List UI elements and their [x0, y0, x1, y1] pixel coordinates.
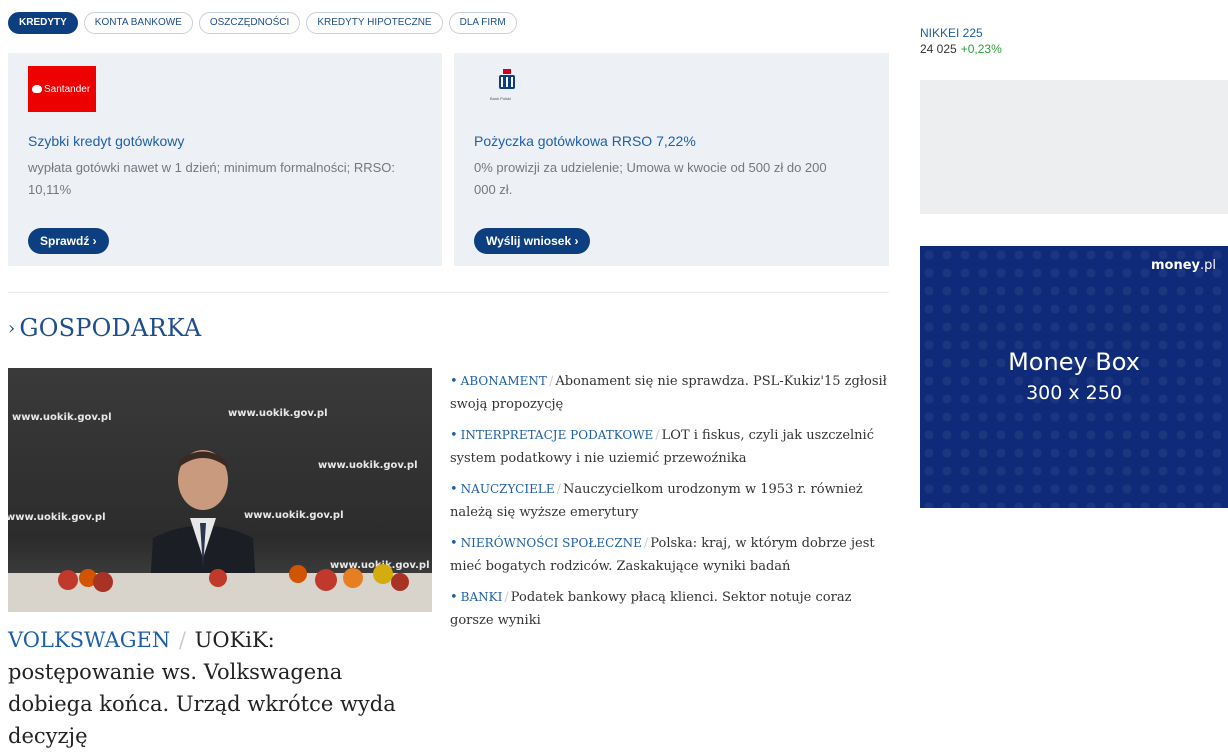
chevron-right-icon: › — [8, 318, 16, 339]
pko-logo-caption: Bank Polski — [490, 96, 511, 101]
photo-watermark: www.uokik.gov.pl — [12, 412, 112, 423]
tab-dla-firm[interactable]: DLA FIRM — [448, 12, 517, 34]
advertisement-banner[interactable]: money.pl Money Box 300 x 250 — [920, 246, 1228, 508]
ad-brand-bold: money — [1150, 258, 1200, 273]
tab-kredyty[interactable]: KREDYTY — [8, 12, 78, 34]
ad-brand-logo: money.pl — [1151, 258, 1216, 273]
index-value: 24 025 — [920, 42, 957, 56]
separator: / — [548, 374, 554, 389]
section-title[interactable]: › GOSPODARKA — [8, 314, 201, 342]
ticker-chart-placeholder — [920, 80, 1228, 214]
separator: / — [178, 628, 186, 652]
tab-konta-bankowe[interactable]: KONTA BANKOWE — [83, 12, 193, 34]
separator: / — [655, 428, 660, 443]
offer-description: wypłata gotówki nawet w 1 dzień; minimum… — [28, 160, 396, 197]
list-item[interactable]: • ABONAMENT / Abonament się nie sprawdza. P… — [450, 370, 890, 416]
divider — [8, 292, 889, 293]
ad-brand-light: .pl — [1200, 258, 1216, 273]
news-category[interactable]: INTERPRETACJE PODATKOWE — [461, 428, 654, 442]
pko-logo[interactable]: Bank Polski — [490, 67, 522, 107]
offer-card-santander[interactable]: Santander Szybki kredyt gotówkowy wypłat… — [8, 53, 442, 266]
tab-oszczednosci[interactable]: OSZCZĘDNOŚCI — [198, 12, 301, 34]
pko-logo-icon — [499, 69, 515, 89]
ad-title: Money Box — [1008, 348, 1140, 376]
bullet-icon: • — [450, 590, 458, 605]
news-category[interactable]: NIERÓWNOŚCI SPOŁECZNE — [461, 536, 642, 550]
news-category[interactable]: NAUCZYCIELE — [461, 482, 555, 496]
offer-card-pko[interactable]: Bank Polski Pożyczka gotówkowa RRSO 7,22… — [454, 53, 889, 266]
lead-article-photo[interactable]: www.uokik.gov.pl www.uokik.gov.pl www.uo… — [8, 368, 432, 612]
check-offer-button[interactable]: Sprawdź › — [28, 228, 109, 254]
stock-ticker[interactable]: NIKKEI 225 24 025 +0,23% — [920, 26, 1228, 58]
list-item[interactable]: • INTERPRETACJE PODATKOWE / LOT i fiskus, c… — [450, 424, 890, 470]
offer-description: 0% prowizji za udzielenie; Umowa w kwoci… — [474, 160, 827, 197]
photo-watermark: www.uokik.gov.pl — [318, 460, 418, 471]
lead-article-headline[interactable]: VOLKSWAGEN / UOKiK: postępowanie ws. Vol… — [8, 624, 428, 752]
apples-decoration — [58, 564, 409, 592]
news-category[interactable]: BANKI — [461, 590, 503, 604]
news-category[interactable]: ABONAMENT — [461, 374, 547, 388]
news-list: • ABONAMENT / Abonament się nie sprawdza. P… — [450, 370, 890, 640]
bullet-icon: • — [450, 428, 458, 443]
santander-logo-text: Santander — [44, 83, 91, 95]
list-item[interactable]: • NAUCZYCIELE / Nauczycielkom urodzonym w 1… — [450, 478, 890, 524]
news-title[interactable]: Podatek bankowy płacą klienci. Sektor no… — [450, 590, 851, 628]
flame-icon — [32, 85, 42, 93]
offer-title[interactable]: Szybki kredyt gotówkowy — [28, 133, 184, 149]
index-name[interactable]: NIKKEI 225 — [920, 26, 1228, 40]
list-item[interactable]: • NIERÓWNOŚCI SPOŁECZNE / Polska: kraj, w k… — [450, 532, 890, 578]
offer-title[interactable]: Pożyczka gotówkowa RRSO 7,22% — [474, 133, 696, 149]
bullet-icon: • — [450, 374, 458, 389]
separator: / — [504, 590, 509, 605]
section-title-text: GOSPODARKA — [19, 314, 202, 342]
santander-logo[interactable]: Santander — [28, 66, 96, 112]
send-application-button[interactable]: Wyślij wniosek › — [474, 228, 591, 254]
lead-article-category[interactable]: VOLKSWAGEN — [8, 628, 170, 652]
separator: / — [556, 482, 561, 497]
photo-watermark: www.uokik.gov.pl — [8, 512, 106, 523]
separator: / — [643, 536, 649, 551]
product-tabs: KREDYTY KONTA BANKOWE OSZCZĘDNOŚCI KREDY… — [8, 12, 517, 34]
index-change: +0,23% — [960, 42, 1002, 56]
ad-dot-pattern — [920, 246, 1228, 508]
list-item[interactable]: • BANKI / Podatek bankowy płacą klienci. Se… — [450, 586, 890, 632]
ad-size: 300 x 250 — [1026, 382, 1122, 404]
tab-kredyty-hipoteczne[interactable]: KREDYTY HIPOTECZNE — [306, 12, 443, 34]
bullet-icon: • — [450, 536, 458, 551]
bullet-icon: • — [450, 482, 458, 497]
